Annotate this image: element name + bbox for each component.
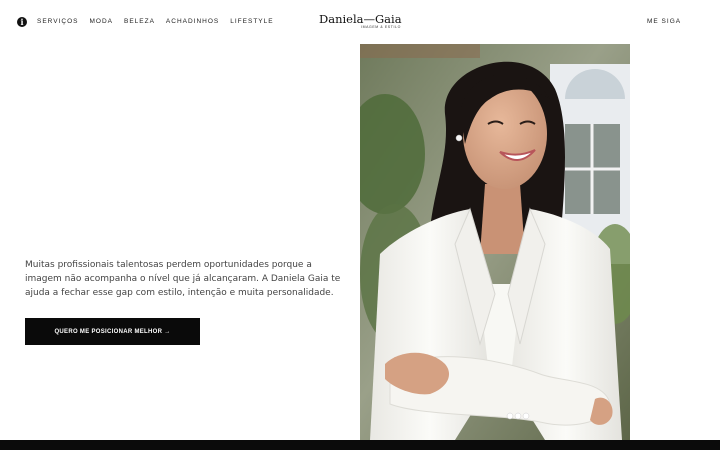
nav-servicos[interactable]: SERVIÇOS <box>37 18 78 26</box>
footer-bar <box>0 440 720 450</box>
follow-link[interactable]: ME SIGA <box>647 18 681 26</box>
nav-beleza[interactable]: BELEZA <box>124 18 155 26</box>
nav-achadinhos[interactable]: ACHADINHOS <box>166 18 219 26</box>
hero-portrait-photo <box>360 44 630 440</box>
hero-description: Muitas profissionais talentosas perdem o… <box>25 260 341 298</box>
info-icon[interactable]: i <box>17 17 27 27</box>
brand-logo[interactable]: Daniela—Gaia IMAGEM & ESTILO <box>319 12 402 31</box>
nav-moda[interactable]: MODA <box>89 18 113 26</box>
main-menu: SERVIÇOS MODA BELEZA ACHADINHOS LIFESTYL… <box>37 18 285 26</box>
logo-name: Daniela—Gaia <box>319 12 402 26</box>
logo-tagline: IMAGEM & ESTILO <box>361 25 401 29</box>
top-navigation: i SERVIÇOS MODA BELEZA ACHADINHOS LIFEST… <box>0 0 720 44</box>
nav-lifestyle[interactable]: LIFESTYLE <box>230 18 273 26</box>
cta-button[interactable]: QUERO ME POSICIONAR MELHOR → <box>25 318 200 345</box>
